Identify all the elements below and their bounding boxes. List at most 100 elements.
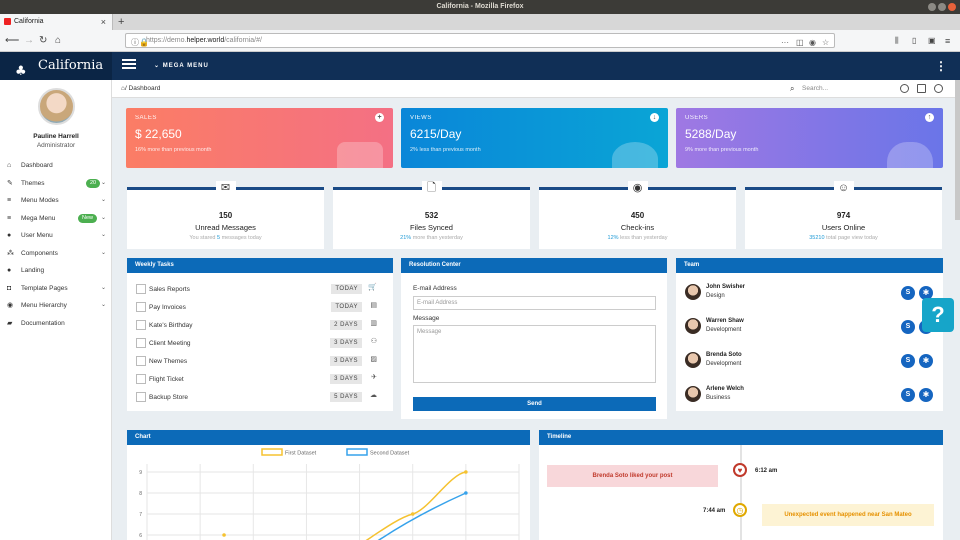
member-role: Design bbox=[706, 293, 725, 299]
gear-icon[interactable]: ✱ bbox=[919, 354, 933, 368]
gear-icon[interactable]: ✱ bbox=[919, 388, 933, 402]
minimize-button[interactable] bbox=[928, 3, 936, 11]
url-bar[interactable]: ⓘ 🔒 https://demo.helper.world/california… bbox=[125, 33, 835, 48]
data-point[interactable] bbox=[464, 491, 468, 495]
stat-value: 5288/Day bbox=[685, 127, 737, 141]
plus-circle-icon[interactable]: + bbox=[375, 113, 384, 122]
home-button[interactable]: ⌂ bbox=[55, 34, 61, 48]
reader-icon[interactable]: ▣ bbox=[928, 34, 936, 48]
cart-icon: 🛒 bbox=[368, 284, 377, 291]
list-item: Kate's Birthday 2 DAYS ▥ bbox=[136, 317, 381, 335]
close-tab-icon[interactable]: × bbox=[101, 14, 106, 30]
sidebar-item-template-pages[interactable]: ◘ Template Pages ⌄ bbox=[0, 280, 112, 297]
kebab-menu-icon[interactable]: ⋮ bbox=[935, 59, 947, 73]
avatar[interactable] bbox=[38, 88, 75, 125]
reload-button[interactable]: ↻ bbox=[39, 34, 47, 48]
avatar[interactable] bbox=[685, 318, 701, 334]
sidebar-item-menu-modes[interactable]: ≡ Menu Modes ⌄ bbox=[0, 192, 112, 209]
info-icon[interactable]: ⓘ bbox=[131, 36, 139, 49]
heart-icon: ♥ bbox=[733, 463, 747, 477]
brand-logo[interactable]: ♣ California bbox=[0, 52, 112, 80]
browser-tab[interactable]: California × bbox=[0, 14, 113, 30]
mini-caption: 12% less than yesterday bbox=[607, 235, 668, 241]
data-point[interactable] bbox=[222, 533, 226, 537]
forward-button[interactable]: → bbox=[24, 34, 34, 48]
arrow-up-circle-icon[interactable]: ↑ bbox=[925, 113, 934, 122]
member-name: Brenda Soto bbox=[706, 352, 742, 358]
sidebar-item-components[interactable]: ⁂ Components ⌄ bbox=[0, 245, 112, 262]
sidebar-item-dashboard[interactable]: ⌂ Dashboard bbox=[0, 157, 112, 174]
avatar[interactable] bbox=[685, 352, 701, 368]
stat-label: SALES bbox=[135, 115, 157, 121]
send-button[interactable]: Send bbox=[413, 397, 656, 411]
task-checkbox[interactable] bbox=[136, 356, 146, 366]
skype-icon[interactable]: S bbox=[901, 354, 915, 368]
file-icon: ▤ bbox=[370, 302, 377, 309]
scrollbar[interactable] bbox=[955, 80, 960, 220]
tab-bar: California × bbox=[0, 14, 960, 30]
mini-number: 532 bbox=[424, 211, 439, 220]
search-input[interactable]: ⌕ Search... bbox=[790, 80, 828, 98]
timeline-event: Unexpected event happened near San Mateo bbox=[762, 504, 934, 526]
mini-caption: You stared 5 messages today bbox=[189, 235, 262, 241]
team-member: Brenda Soto Development S ✱ bbox=[685, 349, 940, 377]
sidebar-item-menu-hierarchy[interactable]: ◉ Menu Hierarchy ⌄ bbox=[0, 297, 112, 314]
member-name: Warren Shaw bbox=[706, 318, 744, 324]
sidebar-item-label: User Menu bbox=[21, 232, 53, 239]
wallet-icon bbox=[337, 142, 383, 168]
new-tab-button[interactable]: + bbox=[118, 14, 124, 30]
task-checkbox[interactable] bbox=[136, 374, 146, 384]
hamburger-menu-icon[interactable] bbox=[122, 59, 136, 71]
calendar-icon[interactable] bbox=[917, 84, 926, 93]
skype-icon[interactable]: S bbox=[901, 320, 915, 334]
arrow-down-circle-icon[interactable]: ↓ bbox=[650, 113, 659, 122]
app-header: ♣ California ⌄ MEGA MENU ⋮ bbox=[0, 52, 960, 80]
legend-label[interactable]: Second Dataset bbox=[370, 451, 410, 457]
pocket-icon[interactable]: ◫ bbox=[796, 36, 804, 49]
sidebar-item-documentation[interactable]: ▰ Documentation bbox=[0, 315, 112, 332]
tracking-icon[interactable]: ◉ bbox=[809, 36, 816, 49]
task-checkbox[interactable] bbox=[136, 302, 146, 312]
back-button[interactable]: ⟵ bbox=[5, 34, 19, 48]
mini-title: Users Online bbox=[821, 223, 866, 232]
page-actions-icon[interactable]: ··· bbox=[781, 36, 789, 49]
message-textarea[interactable]: Message bbox=[413, 325, 656, 383]
list-item: Client Meeting 3 DAYS ⚇ bbox=[136, 335, 381, 353]
close-window-button[interactable] bbox=[948, 3, 956, 11]
sidebar-item-themes[interactable]: ✎ Themes 20 ⌄ bbox=[0, 175, 112, 192]
brush-icon: ✎ bbox=[7, 180, 13, 187]
task-checkbox[interactable] bbox=[136, 338, 146, 348]
task-checkbox[interactable] bbox=[136, 320, 146, 330]
avatar[interactable] bbox=[685, 386, 701, 402]
maximize-button[interactable] bbox=[938, 3, 946, 11]
skype-icon[interactable]: S bbox=[901, 388, 915, 402]
data-point[interactable] bbox=[410, 512, 415, 516]
avatar[interactable] bbox=[685, 284, 701, 300]
sidebar-toggle-icon[interactable]: ▯ bbox=[912, 34, 916, 48]
help-button[interactable]: ? bbox=[922, 298, 954, 332]
task-checkbox[interactable] bbox=[136, 284, 146, 294]
data-point[interactable] bbox=[464, 470, 468, 474]
menu-icon[interactable]: ≡ bbox=[945, 34, 950, 48]
bookmark-star-icon[interactable]: ☆ bbox=[822, 36, 829, 49]
lifebuoy-icon[interactable] bbox=[934, 84, 943, 93]
sidebar-item-mega-menu[interactable]: ≡ Mega Menu New ⌄ bbox=[0, 210, 112, 227]
breadcrumb-path[interactable]: ⌂/ Dashboard bbox=[121, 80, 160, 98]
legend-label[interactable]: First Dataset bbox=[285, 451, 317, 457]
globe-icon[interactable] bbox=[900, 84, 909, 93]
chevron-down-icon: ⌄ bbox=[100, 285, 106, 291]
sidebar-item-landing[interactable]: ● Landing bbox=[0, 262, 112, 279]
mega-menu-button[interactable]: ⌄ MEGA MENU bbox=[154, 52, 209, 80]
legend-swatch[interactable] bbox=[346, 448, 368, 456]
skype-icon[interactable]: S bbox=[901, 286, 915, 300]
task-checkbox[interactable] bbox=[136, 392, 146, 402]
legend-swatch[interactable] bbox=[261, 448, 283, 456]
library-icon[interactable]: ⫼ bbox=[895, 34, 899, 48]
mini-title: Unread Messages bbox=[195, 223, 256, 232]
team-member: Arlene Welch Business S ✱ bbox=[685, 383, 940, 411]
stat-label: USERS bbox=[685, 115, 709, 121]
panel-title: Weekly Tasks bbox=[127, 258, 393, 273]
mini-number: 450 bbox=[630, 211, 645, 220]
sidebar-item-user-menu[interactable]: ● User Menu ⌄ bbox=[0, 227, 112, 244]
email-field[interactable]: E-mail Address bbox=[413, 296, 656, 310]
